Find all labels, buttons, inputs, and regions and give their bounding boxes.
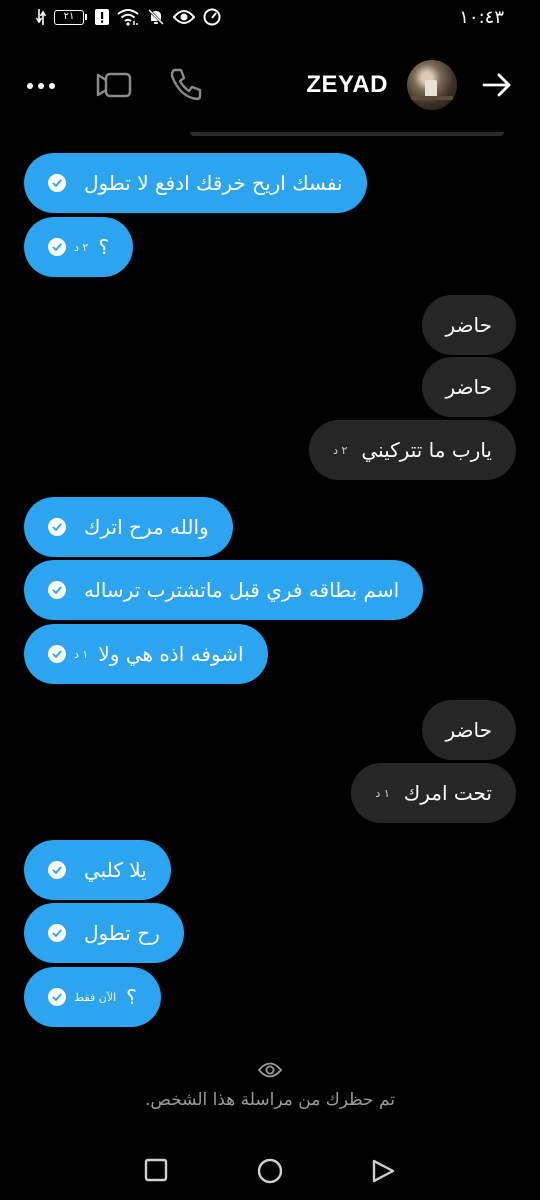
read-check-icon: [48, 988, 66, 1006]
home-icon[interactable]: [257, 1158, 283, 1188]
message-time: الآن فقط: [74, 990, 117, 1004]
chat-header: ZEYAD: [0, 58, 540, 114]
read-check-icon: [48, 518, 66, 536]
message-bubble-received[interactable]: حاضر: [421, 357, 516, 417]
message-bubble-sent[interactable]: نفسك اريح خرقك ادفع لا تطول: [24, 153, 367, 213]
message-text: حاضر: [445, 718, 492, 742]
contact-name[interactable]: ZEYAD: [306, 71, 388, 99]
status-time: ١٠:٤٣: [459, 7, 504, 28]
message-bubble-received[interactable]: تحت امرك ١ د: [351, 763, 516, 823]
eye-icon: [257, 1060, 283, 1084]
message-bubble-sent[interactable]: اسم بطاقه فري قبل ماتشترب ترساله: [24, 560, 424, 620]
message-text: حاضر: [445, 313, 492, 337]
message-text: اشوفه اذه هي ولا: [98, 642, 244, 666]
message-text: نفسك اريح خرقك ادفع لا تطول: [84, 171, 343, 195]
read-check-icon: [48, 861, 66, 879]
chat-screen: ٢١ ١٠:٤٣ ZEYAD نفسك اريح خرقك ادفع لا تط…: [0, 0, 540, 1200]
message-bubble-sent[interactable]: يلا كلبي: [24, 840, 171, 900]
message-text: ؟: [98, 235, 109, 259]
more-icon[interactable]: [26, 72, 58, 100]
voice-call-icon[interactable]: [168, 66, 204, 106]
alert-icon: [95, 9, 109, 25]
message-text: اسم بطاقه فري قبل ماتشترب ترساله: [84, 578, 400, 602]
message-bubble-received[interactable]: يارب ما تتركيني ٢ د: [309, 420, 516, 480]
system-nav-bar: [0, 1150, 540, 1194]
battery-icon: ٢١: [54, 9, 87, 25]
read-check-icon: [48, 238, 66, 256]
message-text: رح تطول: [84, 921, 160, 945]
message-bubble-received[interactable]: حاضر: [421, 295, 516, 355]
blocked-notice: تم حظرك من مراسلة هذا الشخص.: [144, 1090, 396, 1110]
message-time: ٢ د: [333, 443, 348, 457]
recent-apps-icon[interactable]: [144, 1158, 168, 1186]
eye-icon: [173, 9, 195, 25]
read-check-icon: [48, 581, 66, 599]
message-bubble-sent[interactable]: ؟ الآن فقط: [24, 967, 161, 1027]
charging-arrows-icon: [36, 8, 46, 26]
previous-message-edge: [190, 132, 504, 136]
nav-back-icon[interactable]: [370, 1158, 396, 1188]
read-check-icon: [48, 174, 66, 192]
back-arrow-icon[interactable]: [482, 72, 512, 102]
message-text: تحت امرك: [403, 781, 492, 805]
video-call-icon[interactable]: [96, 70, 132, 104]
status-icons: ٢١: [36, 8, 221, 26]
message-bubble-received[interactable]: حاضر: [421, 700, 516, 760]
message-text: يارب ما تتركيني: [361, 438, 492, 462]
status-bar: ٢١ ١٠:٤٣: [0, 0, 540, 34]
muted-bell-icon: [147, 8, 165, 26]
message-text: ؟: [126, 985, 137, 1009]
read-check-icon: [48, 924, 66, 942]
message-bubble-sent[interactable]: اشوفه اذه هي ولا ١ د: [24, 624, 268, 684]
message-text: حاضر: [445, 375, 492, 399]
message-text: يلا كلبي: [84, 858, 147, 882]
wifi-icon: [117, 8, 139, 26]
read-check-icon: [48, 645, 66, 663]
message-time: ٢ د: [74, 240, 89, 254]
avatar[interactable]: [407, 60, 457, 110]
message-bubble-sent[interactable]: ؟ ٢ د: [24, 217, 133, 277]
message-time: ١ د: [74, 647, 89, 661]
message-time: ١ د: [375, 786, 390, 800]
message-bubble-sent[interactable]: والله مرح اترك: [24, 497, 233, 557]
message-bubble-sent[interactable]: رح تطول: [24, 903, 184, 963]
battery-level: ٢١: [54, 9, 84, 25]
message-text: والله مرح اترك: [84, 515, 209, 539]
speedometer-icon: [203, 8, 221, 26]
